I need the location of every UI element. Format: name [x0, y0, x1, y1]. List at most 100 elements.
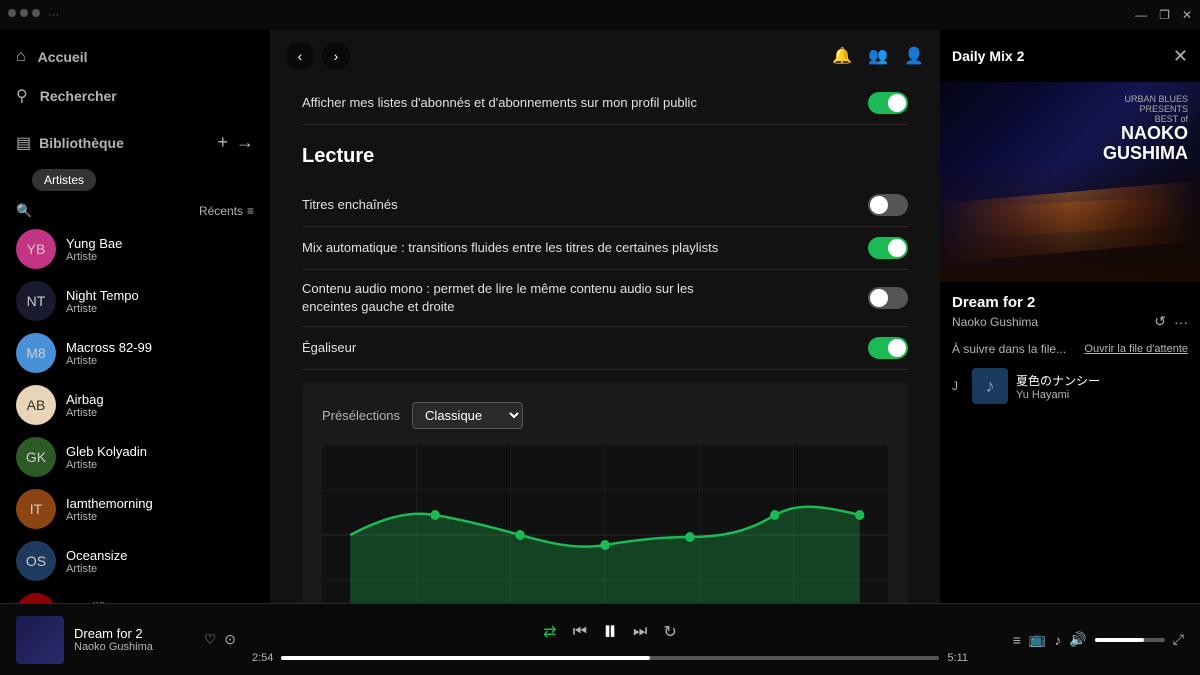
- profile-icon[interactable]: 👤: [904, 46, 924, 66]
- artist-type: Artiste: [66, 407, 104, 419]
- player-progress: 2:54 5:11: [252, 652, 968, 664]
- player-device-btn[interactable]: 📺: [1029, 631, 1046, 648]
- eq-preset-select[interactable]: Classique Pop Rock Jazz Électronique: [412, 402, 523, 429]
- toggle-egaliseur[interactable]: [868, 337, 908, 359]
- queue-section: À suivre dans la file... Ouvrir la file …: [940, 342, 1200, 408]
- album-presents: URBAN BLUES: [1103, 94, 1188, 104]
- player-repeat-button[interactable]: ↻: [663, 622, 676, 642]
- search-small-icon: 🔍: [16, 203, 32, 219]
- artist-info: Macross 82-99 Artiste: [66, 340, 152, 367]
- player-time-current: 2:54: [252, 652, 273, 664]
- artist-item[interactable]: IT Iamthemorning Artiste: [0, 483, 270, 535]
- search-icon: ⚲: [16, 86, 28, 106]
- titlebar-dot-1: [8, 9, 16, 17]
- player-device-button[interactable]: ⊙: [224, 631, 236, 648]
- artist-item[interactable]: NT Night Tempo Artiste: [0, 275, 270, 327]
- topbar-icons: 🔔 👥 👤: [832, 46, 924, 66]
- titlebar-menu[interactable]: ···: [48, 9, 59, 21]
- right-panel: Daily Mix 2 ✕ URBAN BLUES PRESENTS BEST …: [940, 30, 1200, 603]
- friends-icon[interactable]: 👥: [868, 46, 888, 66]
- toggle-followers-label: Afficher mes listes d'abonnés et d'abonn…: [302, 94, 697, 112]
- queue-open-button[interactable]: Ouvrir la file d'attente: [1084, 343, 1188, 355]
- toggle-followers[interactable]: [868, 92, 908, 114]
- artist-item[interactable]: AM Amplifier Artiste: [0, 587, 270, 603]
- queue-item-1[interactable]: J ♪ 夏色のナンシー Yu Hayami: [952, 364, 1188, 408]
- eq-point-6[interactable]: [855, 510, 864, 520]
- sidebar: ⌂ Accueil ⚲ Rechercher ▤ Bibliothèque + …: [0, 30, 270, 603]
- queue-track-name: 夏色のナンシー: [1016, 372, 1100, 389]
- close-button[interactable]: ✕: [1182, 8, 1192, 22]
- track-loop-button[interactable]: ↺: [1154, 313, 1166, 330]
- queue-title: À suivre dans la file...: [952, 342, 1066, 356]
- eq-point-1[interactable]: [430, 510, 439, 520]
- eq-chart[interactable]: [322, 445, 888, 603]
- album-art: URBAN BLUES PRESENTS BEST of NAOKO GUSHI…: [940, 82, 1200, 282]
- player-shuffle-button[interactable]: ⇄: [543, 622, 556, 642]
- library-add-button[interactable]: +: [217, 132, 228, 153]
- player-volume-button[interactable]: 🔊: [1069, 631, 1086, 648]
- player-track-name: Dream for 2: [74, 626, 153, 641]
- queue-track-artist: Yu Hayami: [1016, 389, 1100, 401]
- artist-avatar: NT: [16, 281, 56, 321]
- contenu-mono-label: Contenu audio mono : permet de lire le m…: [302, 280, 726, 316]
- player-progress-bar[interactable]: [281, 656, 939, 660]
- artistes-pill[interactable]: Artistes: [32, 169, 96, 191]
- notification-icon[interactable]: 🔔: [832, 46, 852, 66]
- player-next-button[interactable]: ⏭: [633, 623, 647, 641]
- player-queue-button[interactable]: ≡: [1013, 632, 1021, 648]
- center-topbar: ‹ › 🔔 👥 👤: [270, 30, 940, 82]
- artist-item[interactable]: M8 Macross 82-99 Artiste: [0, 327, 270, 379]
- sidebar-item-rechercher[interactable]: ⚲ Rechercher: [0, 76, 270, 116]
- volume-bar[interactable]: [1095, 638, 1165, 642]
- artist-name: Oceansize: [66, 548, 127, 563]
- titlebar-dot-2: [20, 9, 28, 17]
- eq-point-4[interactable]: [685, 532, 694, 542]
- player-play-pause-button[interactable]: ⏸: [603, 615, 617, 648]
- player-prev-button[interactable]: ⏮: [573, 623, 587, 641]
- eq-point-3[interactable]: [600, 540, 609, 550]
- sidebar-item-accueil[interactable]: ⌂ Accueil: [0, 38, 270, 76]
- artist-avatar: IT: [16, 489, 56, 529]
- library-expand-button[interactable]: →: [236, 132, 254, 153]
- artist-item[interactable]: OS Oceansize Artiste: [0, 535, 270, 587]
- maximize-button[interactable]: ❐: [1159, 8, 1170, 22]
- eq-header: Présélections Classique Pop Rock Jazz Él…: [322, 402, 888, 429]
- eq-chart-container: +12dB -12dB: [322, 445, 888, 603]
- settings-scroll: Afficher mes listes d'abonnés et d'abonn…: [270, 82, 940, 603]
- track-artist: Naoko Gushima: [952, 315, 1038, 329]
- toggle-titres-enchaines[interactable]: [868, 194, 908, 216]
- artist-item[interactable]: YB Yung Bae Artiste: [0, 223, 270, 275]
- player-fullscreen-button[interactable]: ⤢: [1173, 631, 1184, 648]
- section-lecture-title: Lecture: [302, 145, 908, 168]
- minimize-button[interactable]: —: [1135, 8, 1147, 22]
- artist-item[interactable]: GK Gleb Kolyadin Artiste: [0, 431, 270, 483]
- track-more-button[interactable]: ···: [1174, 313, 1188, 330]
- toggle-contenu-mono[interactable]: [868, 287, 908, 309]
- artist-info: Airbag Artiste: [66, 392, 104, 419]
- sidebar-search: 🔍 Récents ≡: [0, 199, 270, 223]
- player-track-info: Dream for 2 Naoko Gushima: [74, 626, 153, 653]
- contenu-mono-row: Contenu audio mono : permet de lire le m…: [302, 270, 908, 327]
- artist-name: Airbag: [66, 392, 104, 407]
- right-panel-close-button[interactable]: ✕: [1173, 46, 1188, 67]
- toggle-followers-knob: [888, 94, 906, 112]
- library-header-left: ▤ Bibliothèque: [16, 133, 124, 153]
- artist-item[interactable]: AB Airbag Artiste: [0, 379, 270, 431]
- player-right: ≡ 📺 ♪ 🔊 ⤢: [984, 631, 1184, 648]
- artist-info: Night Tempo Artiste: [66, 288, 139, 315]
- artist-avatar: AB: [16, 385, 56, 425]
- right-panel-header: Daily Mix 2 ✕: [940, 30, 1200, 82]
- volume-fill: [1095, 638, 1144, 642]
- eq-point-5[interactable]: [770, 510, 779, 520]
- player-like-button[interactable]: ♡: [204, 631, 217, 648]
- player-lyrics-button[interactable]: ♪: [1054, 632, 1061, 648]
- nav-forward-button[interactable]: ›: [322, 42, 350, 70]
- toggle-mix-auto[interactable]: [868, 237, 908, 259]
- album-artist-name: NAOKO GUSHIMA: [1103, 124, 1188, 164]
- artist-type: Artiste: [66, 511, 153, 523]
- artist-info: Yung Bae Artiste: [66, 236, 122, 263]
- egaliseur-label: Égaliseur: [302, 339, 356, 357]
- nav-back-button[interactable]: ‹: [286, 42, 314, 70]
- eq-point-2[interactable]: [515, 530, 524, 540]
- main-layout: ⌂ Accueil ⚲ Rechercher ▤ Bibliothèque + …: [0, 30, 1200, 603]
